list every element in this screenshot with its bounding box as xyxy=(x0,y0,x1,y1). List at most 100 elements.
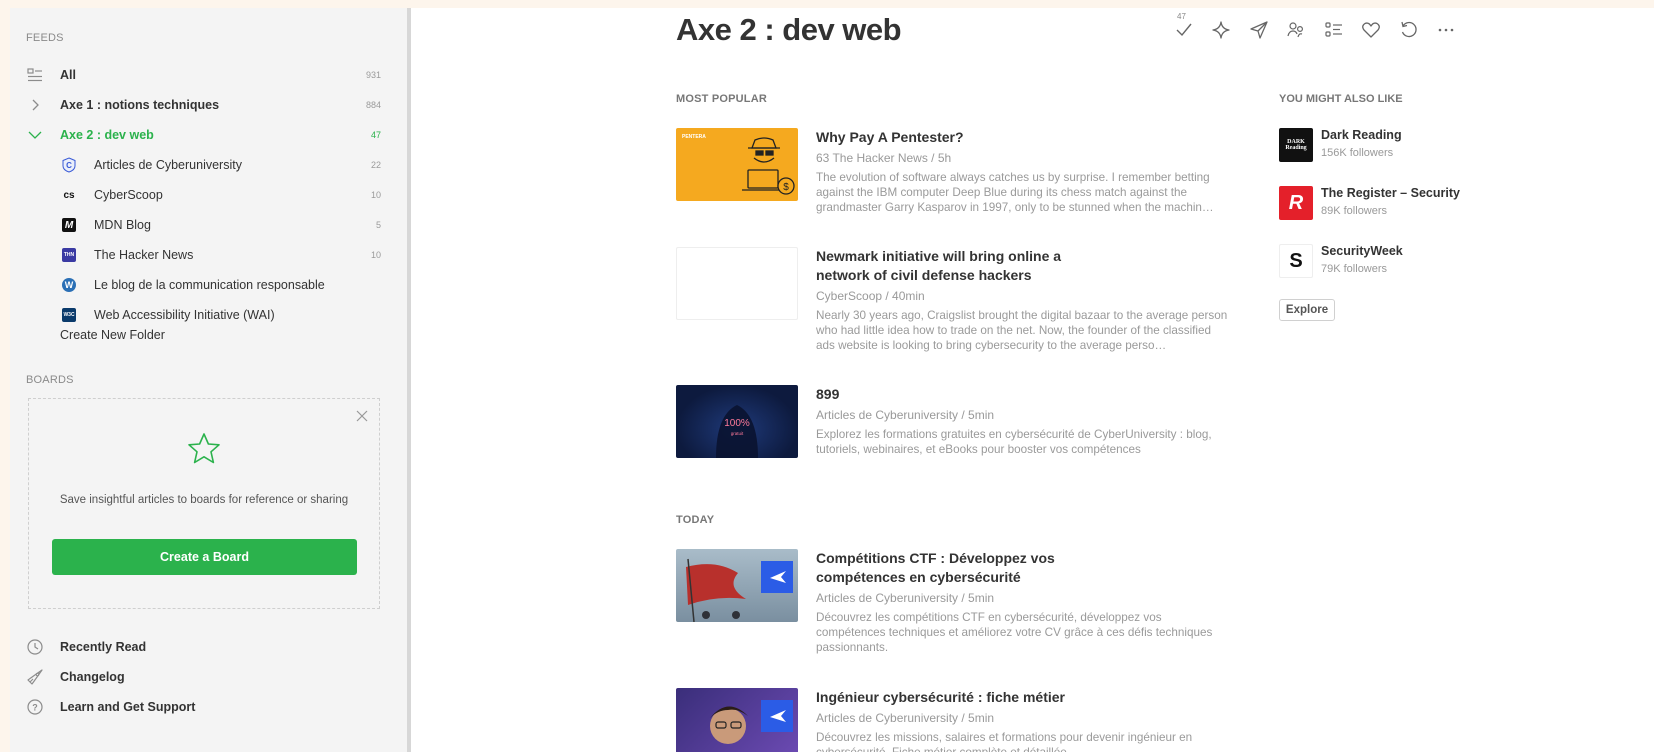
hackernews-favicon: THN xyxy=(61,247,77,263)
article-summary: Découvrez les missions, salaires et form… xyxy=(816,731,1193,752)
list-view-button[interactable] xyxy=(1315,18,1353,42)
logo-text: DARK Reading xyxy=(1285,139,1307,151)
sidebar-source-mdn[interactable]: M MDN Blog 5 xyxy=(10,210,407,240)
unread-count: 47 xyxy=(370,130,381,140)
unread-count: 931 xyxy=(365,70,381,80)
article-title[interactable]: Newmark initiative will bring online a n… xyxy=(816,247,1076,285)
sidebar-source-cyberscoop[interactable]: cs CyberScoop 10 xyxy=(10,180,407,210)
team-button[interactable] xyxy=(1278,18,1316,42)
sidebar-item-label: All xyxy=(60,68,76,82)
today-title: TODAY xyxy=(676,514,715,526)
article-title[interactable]: 899 xyxy=(816,385,1076,404)
article-card[interactable]: Ingénieur cybersécurité : fiche métier A… xyxy=(676,688,1236,752)
sidebar-item-label: Web Accessibility Initiative (WAI) xyxy=(94,308,275,322)
create-new-folder-link[interactable]: Create New Folder xyxy=(60,328,165,342)
share-button[interactable] xyxy=(1240,18,1278,42)
article-card[interactable]: PENTERA $ Why Pay A Pentester? 63 The Ha… xyxy=(676,128,1236,218)
unread-count: 5 xyxy=(375,220,381,230)
sidebar-item-support[interactable]: ? Learn and Get Support xyxy=(10,692,407,722)
create-board-button[interactable]: Create a Board xyxy=(52,539,357,575)
article-title[interactable]: Ingénieur cybersécurité : fiche métier xyxy=(816,688,1076,707)
star-icon xyxy=(187,432,221,466)
cyberscoop-favicon: cs xyxy=(61,187,77,203)
help-icon: ? xyxy=(26,698,44,716)
sidebar-item-axe1[interactable]: Axe 1 : notions techniques 884 xyxy=(10,90,407,120)
more-icon xyxy=(1438,28,1454,32)
boards-empty-card: Save insightful articles to boards for r… xyxy=(28,398,380,609)
logo-text: R xyxy=(1288,191,1304,214)
more-button[interactable] xyxy=(1428,18,1466,42)
feed-name[interactable]: Dark Reading xyxy=(1321,128,1402,142)
article-summary: The evolution of software always catches… xyxy=(816,171,1214,214)
article-title[interactable]: Compétitions CTF : Développez vos compét… xyxy=(816,549,1076,587)
article-thumbnail[interactable]: 100% gratuit xyxy=(676,385,798,458)
boards-section-title: BOARDS xyxy=(26,374,74,386)
close-icon[interactable] xyxy=(355,409,369,423)
sidebar-item-label: Recently Read xyxy=(60,640,147,654)
sidebar-item-label: CyberScoop xyxy=(94,188,163,202)
article-meta: Articles de Cyberuniversity / 5min xyxy=(816,408,995,422)
thumb-brand: PENTERA xyxy=(682,134,706,140)
suggested-feed[interactable]: R The Register – Security 89K followers xyxy=(1279,186,1579,226)
refresh-button[interactable] xyxy=(1390,18,1428,42)
sidebar-item-recently-read[interactable]: Recently Read xyxy=(10,632,407,662)
cyberscoop-badge: cs xyxy=(63,189,75,201)
ai-button[interactable] xyxy=(1203,18,1241,42)
sidebar-item-label: Axe 1 : notions techniques xyxy=(60,98,220,112)
favorite-icon xyxy=(1362,22,1381,38)
boards-description: Save insightful articles to boards for r… xyxy=(59,494,349,506)
article-thumbnail[interactable] xyxy=(676,688,798,752)
most-popular-title: MOST POPULAR xyxy=(676,93,768,105)
feed-name[interactable]: SecurityWeek xyxy=(1321,244,1403,258)
sidebar-item-all[interactable]: All 931 xyxy=(10,60,407,90)
feeds-section-title: FEEDS xyxy=(26,32,64,44)
rocket-icon xyxy=(26,668,44,686)
main-content: Axe 2 : dev web 47 MOST POPULAR PENTERA … xyxy=(411,8,1654,752)
sidebar-source-cyberuniversity[interactable]: C Articles de Cyberuniversity 22 xyxy=(10,150,407,180)
sidebar-item-label: Axe 2 : dev web xyxy=(60,128,154,142)
sidebar-source-wai[interactable]: W3C Web Accessibility Initiative (WAI) xyxy=(10,300,407,330)
sidebar-source-hackernews[interactable]: THN The Hacker News 10 xyxy=(10,240,407,270)
suggested-feed[interactable]: DARK Reading Dark Reading 156K followers xyxy=(1279,128,1579,168)
follower-count: 79K followers xyxy=(1321,263,1388,275)
chevron-right-icon[interactable] xyxy=(26,96,44,114)
article-summary: Explorez les formations gratuites en cyb… xyxy=(816,428,1212,456)
mdn-badge: M xyxy=(62,218,76,232)
sidebar-item-changelog[interactable]: Changelog xyxy=(10,662,407,692)
sidebar-item-label: The Hacker News xyxy=(94,248,194,262)
article-summary: Découvrez les compétitions CTF en cybers… xyxy=(816,611,1213,654)
mark-read-button[interactable]: 47 xyxy=(1165,12,1203,42)
sidebar-item-axe2[interactable]: Axe 2 : dev web 47 xyxy=(10,120,407,150)
chevron-down-icon[interactable] xyxy=(26,126,44,144)
unread-count: 47 xyxy=(1177,12,1186,21)
svg-text:?: ? xyxy=(32,703,38,713)
article-thumbnail[interactable] xyxy=(676,247,798,320)
wordpress-favicon: W xyxy=(61,277,77,293)
feed-name[interactable]: The Register – Security xyxy=(1321,186,1460,200)
you-might-also-like-title: YOU MIGHT ALSO LIKE xyxy=(1279,93,1403,105)
dark-reading-logo: DARK Reading xyxy=(1279,128,1313,162)
article-card[interactable]: 100% gratuit 899 Articles de Cyberuniver… xyxy=(676,385,1236,465)
favorite-button[interactable] xyxy=(1353,18,1391,42)
article-card[interactable]: Compétitions CTF : Développez vos compét… xyxy=(676,549,1236,659)
refresh-icon xyxy=(1401,21,1417,38)
article-meta: CyberScoop / 40min xyxy=(816,289,925,303)
ai-sparkle-icon xyxy=(1212,21,1230,39)
sidebar-item-label: Le blog de la communication responsable xyxy=(94,278,325,292)
mark-read-icon xyxy=(1176,23,1192,37)
suggested-feed[interactable]: S SecurityWeek 79K followers xyxy=(1279,244,1579,284)
all-feeds-icon xyxy=(26,66,44,84)
article-meta: 63 The Hacker News / 5h xyxy=(816,151,952,165)
sidebar-source-communication-responsable[interactable]: W Le blog de la communication responsabl… xyxy=(10,270,407,300)
article-thumbnail[interactable]: PENTERA $ xyxy=(676,128,798,201)
follower-count: 156K followers xyxy=(1321,147,1394,159)
article-title[interactable]: Why Pay A Pentester? xyxy=(816,128,1076,147)
article-meta: Articles de Cyberuniversity / 5min xyxy=(816,711,995,725)
article-card[interactable]: Newmark initiative will bring online a n… xyxy=(676,247,1236,357)
thumb-sublabel: gratuit xyxy=(731,431,744,436)
sidebar: FEEDS All 931 Axe 1 : notions techniques… xyxy=(10,8,407,752)
cyberuniversity-favicon: C xyxy=(61,157,77,173)
svg-text:C: C xyxy=(66,161,72,170)
article-thumbnail[interactable] xyxy=(676,549,798,622)
explore-button[interactable]: Explore xyxy=(1279,299,1335,321)
